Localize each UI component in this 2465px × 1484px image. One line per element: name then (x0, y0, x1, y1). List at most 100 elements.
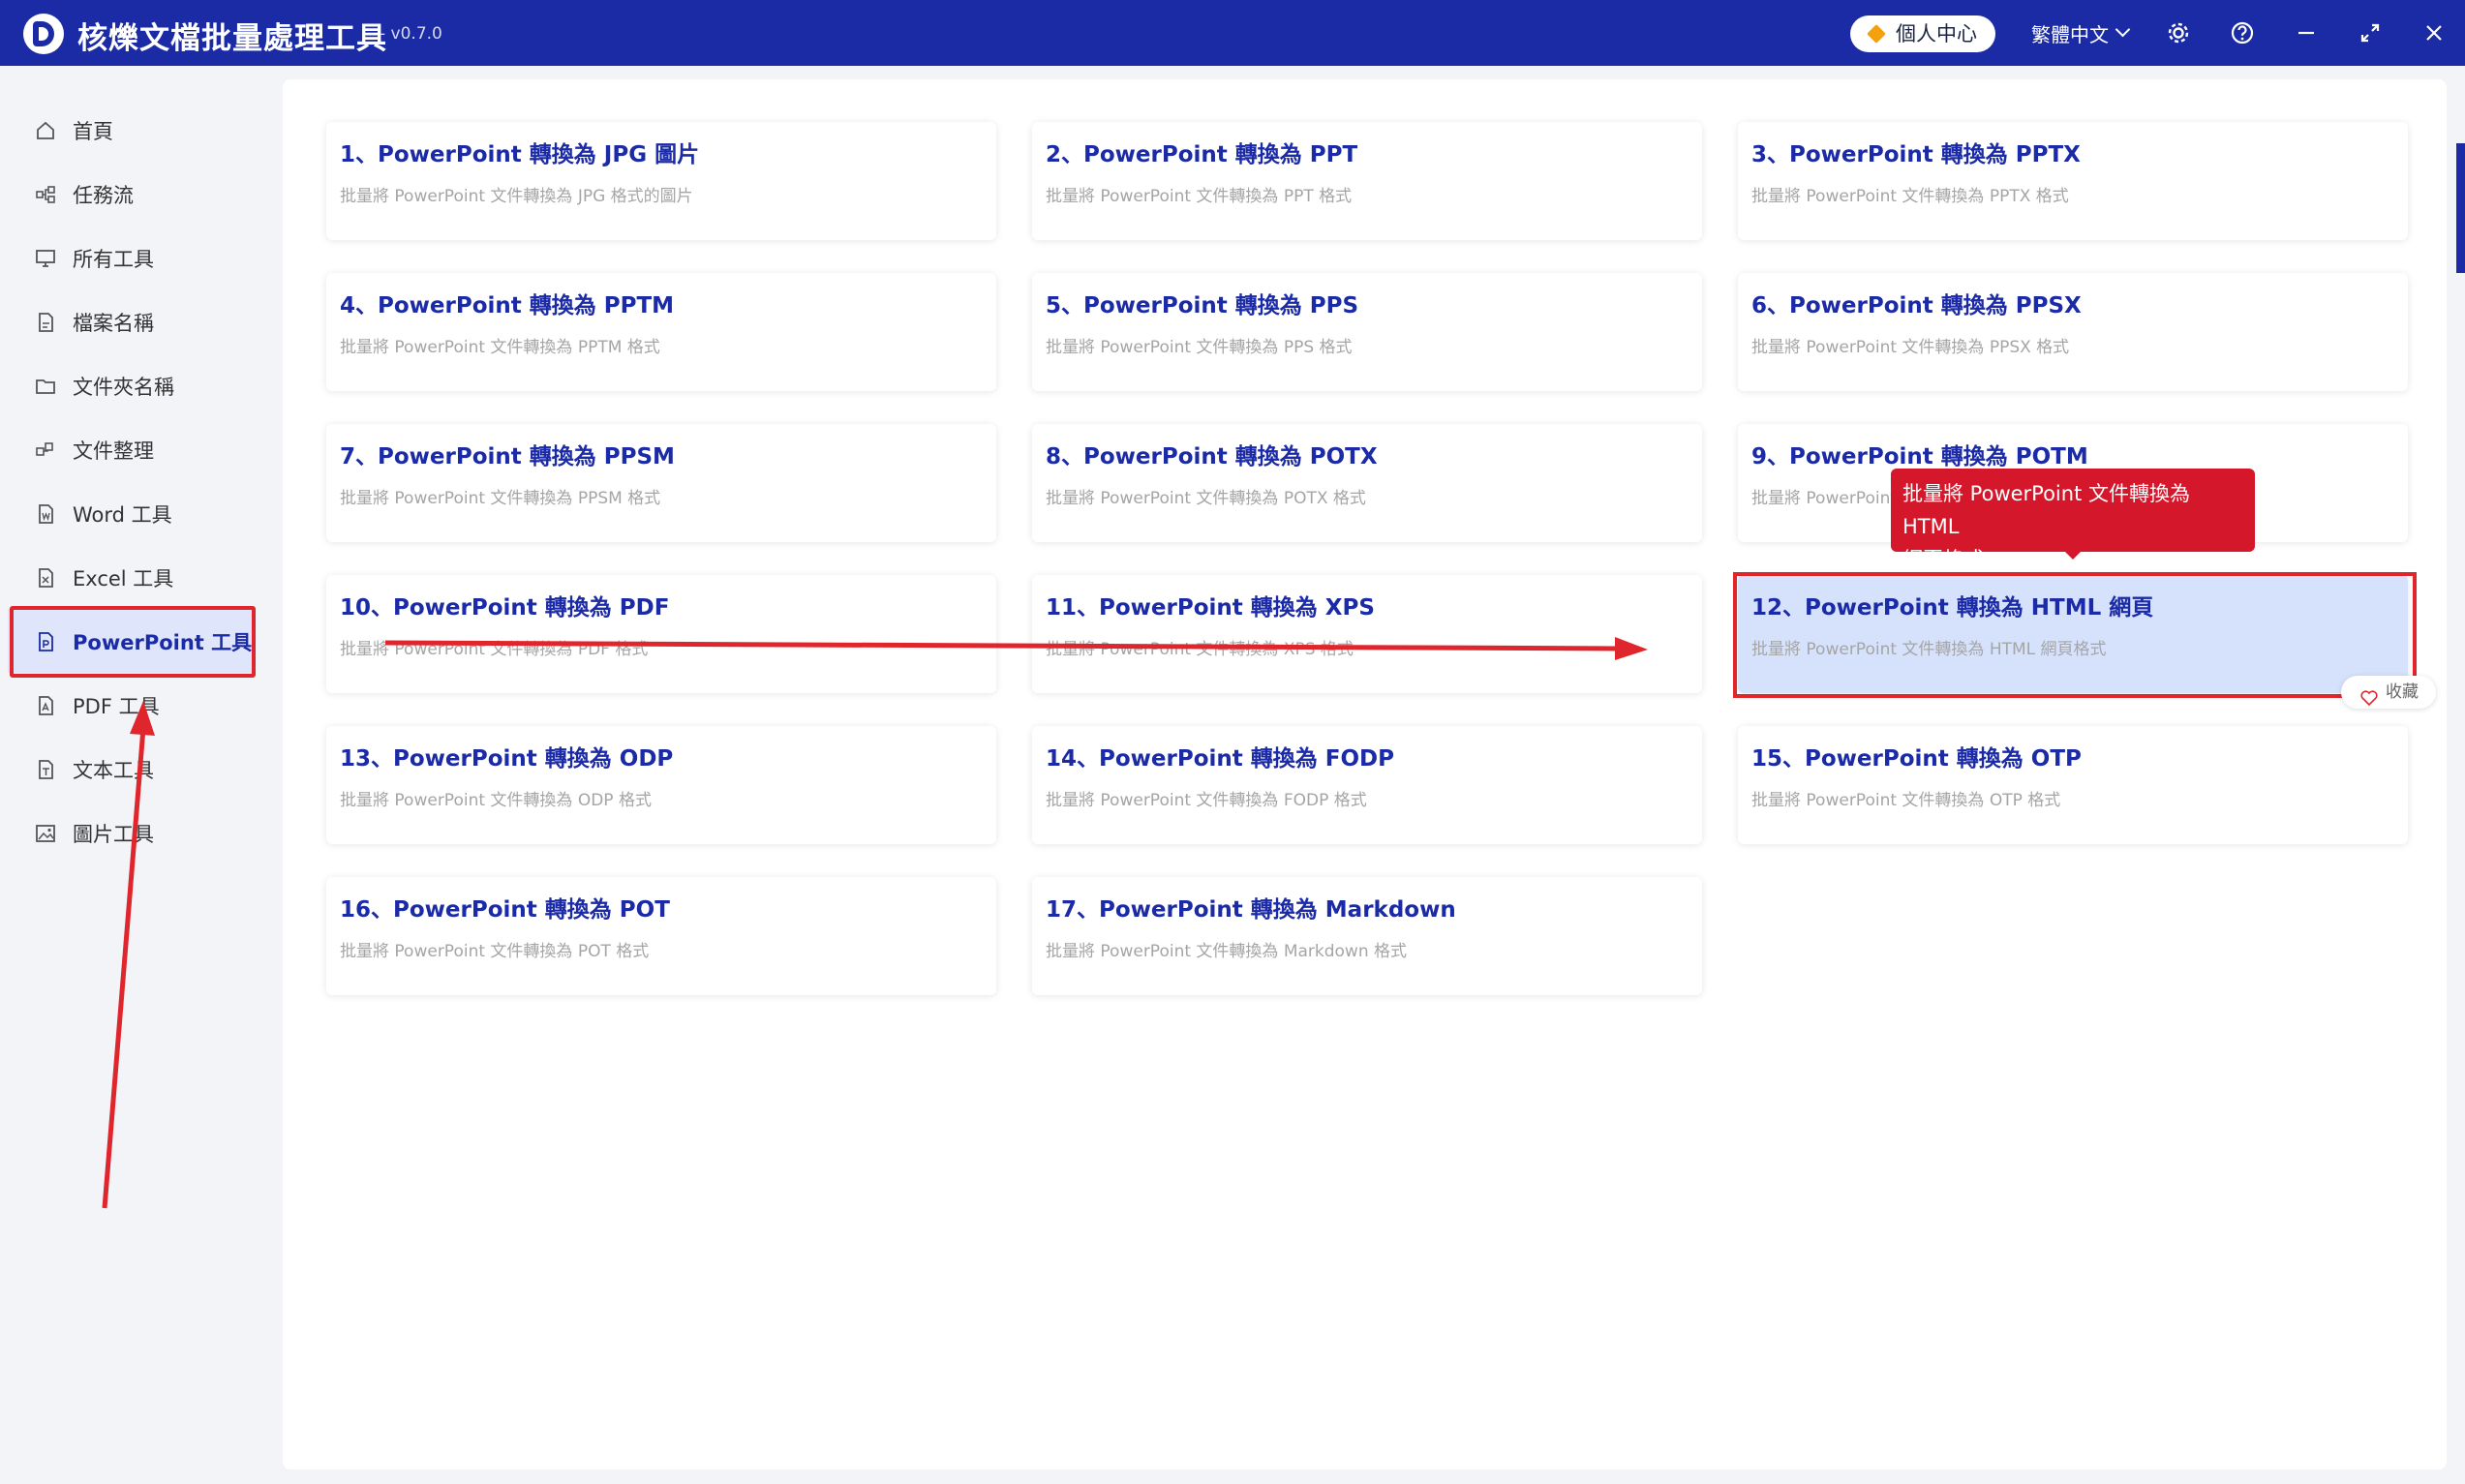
close-icon[interactable] (2420, 19, 2448, 46)
sidebar-item-label: 文件整理 (73, 439, 154, 463)
tool-card-description: 批量將 PowerPoint 文件轉換為 XPS 格式 (1046, 640, 1354, 659)
tool-card-title: 11、PowerPoint 轉換為 XPS (1046, 595, 1375, 621)
tool-card-title: 9、PowerPoint 轉換為 POTM (1751, 444, 2088, 469)
folder-icon (35, 376, 56, 397)
tool-card-title: 13、PowerPoint 轉換為 ODP (340, 746, 674, 772)
sidebar-item-text-tools[interactable]: 文本工具 (8, 737, 256, 801)
word-icon (35, 503, 56, 525)
tool-card-description: 批量將 PowerPoint 文件轉換為 Markdown 格式 (1046, 942, 1408, 961)
tool-card-ppt-to-jpg[interactable]: 1、PowerPoint 轉換為 JPG 圖片 批量將 PowerPoint 文… (326, 122, 996, 240)
diamond-icon (1867, 24, 1886, 44)
excel-icon (35, 567, 56, 589)
help-icon[interactable] (2229, 19, 2256, 46)
sidebar-item-image-tools[interactable]: 圖片工具 (8, 801, 256, 864)
tool-card-ppt-to-ppsx[interactable]: 6、PowerPoint 轉換為 PPSX 批量將 PowerPoint 文件轉… (1738, 273, 2408, 391)
tool-card-ppt-to-pot[interactable]: 16、PowerPoint 轉換為 POT 批量將 PowerPoint 文件轉… (326, 877, 996, 995)
chevron-down-icon[interactable] (2115, 21, 2131, 38)
sidebar-item-label: Excel 工具 (73, 567, 174, 591)
sidebar-item-label: PDF 工具 (73, 695, 160, 718)
sidebar-item-label: 首頁 (73, 120, 113, 143)
sidebar-item-word-tools[interactable]: Word 工具 (8, 481, 256, 545)
window-edge (2450, 66, 2465, 1484)
tool-card-description: 批量將 PowerPoint 文件轉換為 ODP 格式 (340, 791, 652, 810)
app-version: - v0.7.0 (380, 24, 442, 44)
sidebar-item-file-organize[interactable]: 文件整理 (8, 417, 256, 481)
tool-card-description: 批量將 PowerPoint 文件轉換為 PPTM 格式 (340, 338, 660, 357)
sidebar-item-all-tools[interactable]: 所有工具 (8, 226, 256, 289)
monitor-icon (35, 248, 56, 269)
favorite-button[interactable]: 收藏 (2341, 676, 2436, 709)
tool-card-description: 批量將 PowerPoint 文件轉換為 PPTX 格式 (1751, 187, 2069, 206)
tool-card-ppt-to-pptx[interactable]: 3、PowerPoint 轉換為 PPTX 批量將 PowerPoint 文件轉… (1738, 122, 2408, 240)
tool-card-ppt-to-pps[interactable]: 5、PowerPoint 轉換為 PPS 批量將 PowerPoint 文件轉換… (1032, 273, 1702, 391)
tool-card-description: 批量將 PowerPoint 文件轉換為 PPT 格式 (1046, 187, 1353, 206)
title-bar: 核爍文檔批量處理工具 - v0.7.0 個人中心 繁體中文 (0, 0, 2465, 66)
sidebar: 首頁 任務流 所有工具 檔案名稱 文件夾名稱 文件整理 Word 工具 Exce… (0, 66, 283, 1484)
tool-card-title: 8、PowerPoint 轉換為 POTX (1046, 444, 1378, 469)
sidebar-item-label: 文件夾名稱 (73, 376, 174, 399)
file-name-icon (35, 312, 56, 333)
tool-card-title: 17、PowerPoint 轉換為 Markdown (1046, 897, 1456, 923)
image-icon (35, 823, 56, 844)
annotation-highlight-box (10, 606, 256, 678)
sidebar-item-file-name[interactable]: 檔案名稱 (8, 289, 256, 353)
minimize-icon[interactable] (2293, 19, 2320, 46)
tool-card-title: 5、PowerPoint 轉換為 PPS (1046, 293, 1359, 318)
tool-card-description: 批量將 PowerPoint 文件轉換為 FODP 格式 (1046, 791, 1367, 810)
tool-card-title: 2、PowerPoint 轉換為 PPT (1046, 142, 1358, 167)
sidebar-item-label: 檔案名稱 (73, 312, 154, 335)
user-center-button[interactable]: 個人中心 (1850, 15, 1995, 52)
user-center-label: 個人中心 (1896, 22, 1977, 45)
sidebar-item-pdf-tools[interactable]: PDF 工具 (8, 673, 256, 737)
sidebar-item-label: Word 工具 (73, 503, 172, 527)
workflow-icon (35, 184, 56, 205)
annotation-highlight-box (1733, 572, 2417, 698)
tooltip-arrow (2063, 550, 2083, 560)
tool-card-ppt-to-fodp[interactable]: 14、PowerPoint 轉換為 FODP 批量將 PowerPoint 文件… (1032, 726, 1702, 844)
tool-card-description: 批量將 PowerPoint 文件轉換為 PPSM 格式 (340, 489, 661, 508)
tool-card-ppt-to-pdf[interactable]: 10、PowerPoint 轉換為 PDF 批量將 PowerPoint 文件轉… (326, 575, 996, 693)
app-logo (23, 14, 64, 54)
text-icon (35, 759, 56, 780)
tool-card-title: 4、PowerPoint 轉換為 PPTM (340, 293, 675, 318)
language-select[interactable]: 繁體中文 (2031, 19, 2109, 47)
sidebar-item-label: 圖片工具 (73, 823, 154, 846)
tool-card-title: 16、PowerPoint 轉換為 POT (340, 897, 670, 923)
tool-card-description: 批量將 PowerPoint 文件轉換為 PPSX 格式 (1751, 338, 2070, 357)
tool-card-ppt-to-xps[interactable]: 11、PowerPoint 轉換為 XPS 批量將 PowerPoint 文件轉… (1032, 575, 1702, 693)
tool-card-ppt-to-potx[interactable]: 8、PowerPoint 轉換為 POTX 批量將 PowerPoint 文件轉… (1032, 424, 1702, 542)
tool-card-description: 批量將 PowerPoint 文件轉換為 POTX 格式 (1046, 489, 1366, 508)
sidebar-item-workflow[interactable]: 任務流 (8, 162, 256, 226)
tool-card-ppt-to-markdown[interactable]: 17、PowerPoint 轉換為 Markdown 批量將 PowerPoin… (1032, 877, 1702, 995)
app-title: 核爍文檔批量處理工具 (77, 21, 387, 56)
sidebar-item-label: 文本工具 (73, 759, 154, 782)
favorite-label: 收藏 (2386, 682, 2419, 702)
tool-card-ppt-to-ppsm[interactable]: 7、PowerPoint 轉換為 PPSM 批量將 PowerPoint 文件轉… (326, 424, 996, 542)
organize-icon (35, 439, 56, 461)
tool-card-ppt-to-ppt[interactable]: 2、PowerPoint 轉換為 PPT 批量將 PowerPoint 文件轉換… (1032, 122, 1702, 240)
tooltip-line: 網頁格式 (1902, 548, 1984, 571)
heart-icon (2360, 684, 2378, 707)
sidebar-item-excel-tools[interactable]: Excel 工具 (8, 545, 256, 609)
tooltip-line: 批量將 PowerPoint 文件轉換為 HTML (1902, 482, 2190, 538)
tool-card-description: 批量將 PowerPoint 文件轉換為 POT 格式 (340, 942, 650, 961)
sidebar-item-folder-name[interactable]: 文件夾名稱 (8, 353, 256, 417)
tool-card-title: 7、PowerPoint 轉換為 PPSM (340, 444, 675, 469)
sidebar-item-home[interactable]: 首頁 (8, 98, 256, 162)
tool-card-ppt-to-odp[interactable]: 13、PowerPoint 轉換為 ODP 批量將 PowerPoint 文件轉… (326, 726, 996, 844)
tool-card-ppt-to-otp[interactable]: 15、PowerPoint 轉換為 OTP 批量將 PowerPoint 文件轉… (1738, 726, 2408, 844)
home-icon (35, 120, 56, 141)
tool-card-title: 6、PowerPoint 轉換為 PPSX (1751, 293, 2082, 318)
tool-card-description: 批量將 PowerPoint (1751, 489, 1898, 508)
tool-card-title: 15、PowerPoint 轉換為 OTP (1751, 746, 2082, 772)
maximize-icon[interactable] (2357, 19, 2384, 46)
pdf-icon (35, 695, 56, 716)
tooltip: 批量將 PowerPoint 文件轉換為 HTML 網頁格式 (1891, 469, 2255, 571)
tool-card-title: 10、PowerPoint 轉換為 PDF (340, 595, 670, 621)
tool-card-title: 1、PowerPoint 轉換為 JPG 圖片 (340, 142, 700, 167)
tool-card-description: 批量將 PowerPoint 文件轉換為 PPS 格式 (1046, 338, 1353, 357)
tool-card-ppt-to-pptm[interactable]: 4、PowerPoint 轉換為 PPTM 批量將 PowerPoint 文件轉… (326, 273, 996, 391)
tool-card-title: 3、PowerPoint 轉換為 PPTX (1751, 142, 2081, 167)
settings-icon[interactable] (2165, 19, 2192, 46)
sidebar-item-label: 任務流 (73, 184, 134, 207)
